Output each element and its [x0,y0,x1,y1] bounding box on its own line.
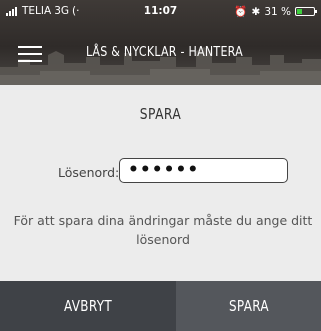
dialog-heading: SPARA [139,105,182,123]
save-info-text: För att spara dina ändringar måste du an… [13,213,313,247]
cancel-button-label: AVBRYT [63,297,113,315]
cancel-button[interactable]: AVBRYT [0,281,176,331]
status-bar: TELIA 3G (· 11:07 ⏰ ✱ 31 % [0,0,321,22]
save-button-label: SPARA [228,297,269,315]
hamburger-menu-icon[interactable] [18,44,42,64]
save-button[interactable]: SPARA [176,281,321,331]
password-input[interactable]: •••••• [119,158,288,183]
app-header: TELIA 3G (· 11:07 ⏰ ✱ 31 % LÅS & NYCKLAR… [0,0,321,85]
password-label: Lösenord: [58,165,120,180]
page-title: LÅS & NYCKLAR - HANTERA [86,44,243,60]
battery-icon [295,7,317,16]
battery-percent: 31 % [264,5,291,18]
bluetooth-icon: ✱ [251,5,261,18]
alarm-icon: ⏰ [234,6,248,18]
